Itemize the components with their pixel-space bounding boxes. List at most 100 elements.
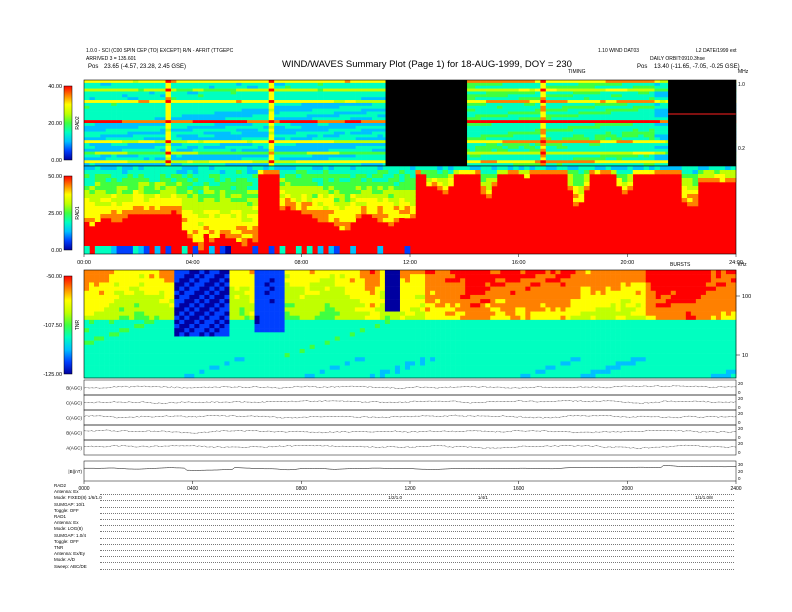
rad2-cell	[154, 82, 161, 87]
tnr-cell	[104, 373, 110, 379]
rad2-cell	[225, 154, 231, 158]
rad1-cell	[247, 206, 253, 211]
rad1-cell	[328, 198, 335, 203]
rad1-cell	[730, 170, 737, 175]
rad2-cell	[333, 114, 340, 118]
rad2-cell	[621, 157, 628, 161]
tnr-cell	[124, 344, 130, 350]
rad1-cell	[160, 194, 166, 199]
rad2-cell	[290, 105, 297, 109]
rad2-cell	[643, 154, 650, 158]
rad2-cell	[176, 131, 183, 135]
rad2-cell	[366, 125, 373, 130]
rad2-cell	[371, 151, 378, 155]
tnr-cell	[129, 348, 135, 354]
rad1-cell	[719, 178, 726, 183]
rad2-cell	[551, 131, 557, 135]
rad2-cell	[350, 128, 356, 132]
rad2-cell	[328, 85, 335, 89]
rad2-cell	[540, 151, 547, 155]
rad1-cell	[105, 166, 112, 171]
rad2-cell	[84, 85, 90, 89]
rad2-cell	[89, 151, 96, 155]
tnr-cell	[99, 344, 105, 350]
rad2-cell	[339, 91, 346, 95]
rad1-cell	[143, 182, 150, 187]
rad2-cell	[350, 91, 356, 95]
rad1-cell	[344, 166, 351, 171]
tnr-cell	[104, 282, 110, 287]
tnr-cell	[119, 336, 125, 341]
rad1-cell	[730, 178, 737, 183]
rad2-cell	[611, 120, 617, 124]
rad1-cell	[306, 174, 313, 179]
tnr-cell	[129, 319, 135, 325]
rad2-cell	[616, 102, 623, 107]
rad2-cell	[230, 134, 237, 138]
rad2-cell	[371, 120, 378, 124]
rad2-cell	[132, 108, 139, 112]
rad1-cell	[410, 166, 416, 171]
rad2-cell	[181, 137, 188, 141]
rad1-cell	[285, 174, 291, 179]
rad1-cell	[404, 194, 411, 199]
rad2-cell	[263, 111, 270, 115]
rad2-cell	[301, 154, 308, 158]
rad2-cell	[105, 157, 112, 161]
rad2-cell	[502, 148, 509, 152]
rad1-cell	[116, 214, 123, 219]
tnr-cell	[119, 311, 125, 316]
rad2-cell	[105, 105, 112, 109]
rad2-cell	[567, 105, 574, 109]
rad2-cell	[616, 128, 623, 132]
rad1-cell	[529, 166, 536, 171]
rad1-cell	[502, 170, 509, 175]
rad1-cell	[187, 214, 193, 219]
rad2-cell	[350, 102, 356, 107]
rad2-cell	[578, 128, 585, 132]
rad2-cell	[176, 108, 183, 112]
rad2-cell	[545, 114, 552, 118]
rad2-cell	[513, 108, 519, 112]
rad1-cell	[181, 170, 188, 175]
rad2-cell	[214, 160, 221, 164]
rad2-cell	[165, 94, 172, 98]
rad1-cell	[154, 186, 161, 191]
rad1-cell	[187, 182, 193, 187]
rad2-cell	[643, 114, 650, 118]
rad1-cell	[371, 214, 378, 219]
rad2-cell	[524, 137, 530, 141]
rad2-cell	[589, 140, 596, 144]
rad1-cell	[247, 218, 253, 223]
rad2-cell	[480, 100, 487, 104]
rad2-cell	[355, 80, 362, 84]
rad2-cell	[643, 131, 650, 135]
rad2-cell	[339, 137, 346, 141]
tnr-cell	[89, 315, 95, 321]
rad2-cell	[611, 128, 617, 132]
rad1-cell	[382, 166, 389, 171]
rad2-cell	[556, 131, 563, 135]
rad1-cell	[116, 206, 123, 211]
rad2-cell	[496, 117, 503, 121]
rad2-cell	[469, 102, 476, 107]
rad1-cell	[382, 178, 389, 183]
rad1-cell	[333, 222, 340, 227]
rad2-cell	[323, 105, 329, 109]
rad2-cell	[339, 131, 346, 135]
rad1-cell	[295, 194, 302, 199]
tnr-cell	[134, 286, 140, 292]
rad2-cell	[203, 160, 210, 164]
rad1-cell	[295, 206, 302, 211]
rad2-cell	[328, 97, 335, 101]
rad2-cell	[632, 100, 639, 104]
rad1-cell	[388, 170, 394, 175]
rad2-cell	[333, 123, 340, 127]
rad1-cell	[323, 178, 329, 183]
rad1-cell	[241, 166, 248, 171]
rad2-cell	[306, 145, 313, 150]
rad2-cell	[328, 91, 335, 95]
tnr-cell	[84, 340, 90, 346]
rad2-cell	[573, 128, 579, 132]
rad1-cell	[247, 210, 253, 215]
